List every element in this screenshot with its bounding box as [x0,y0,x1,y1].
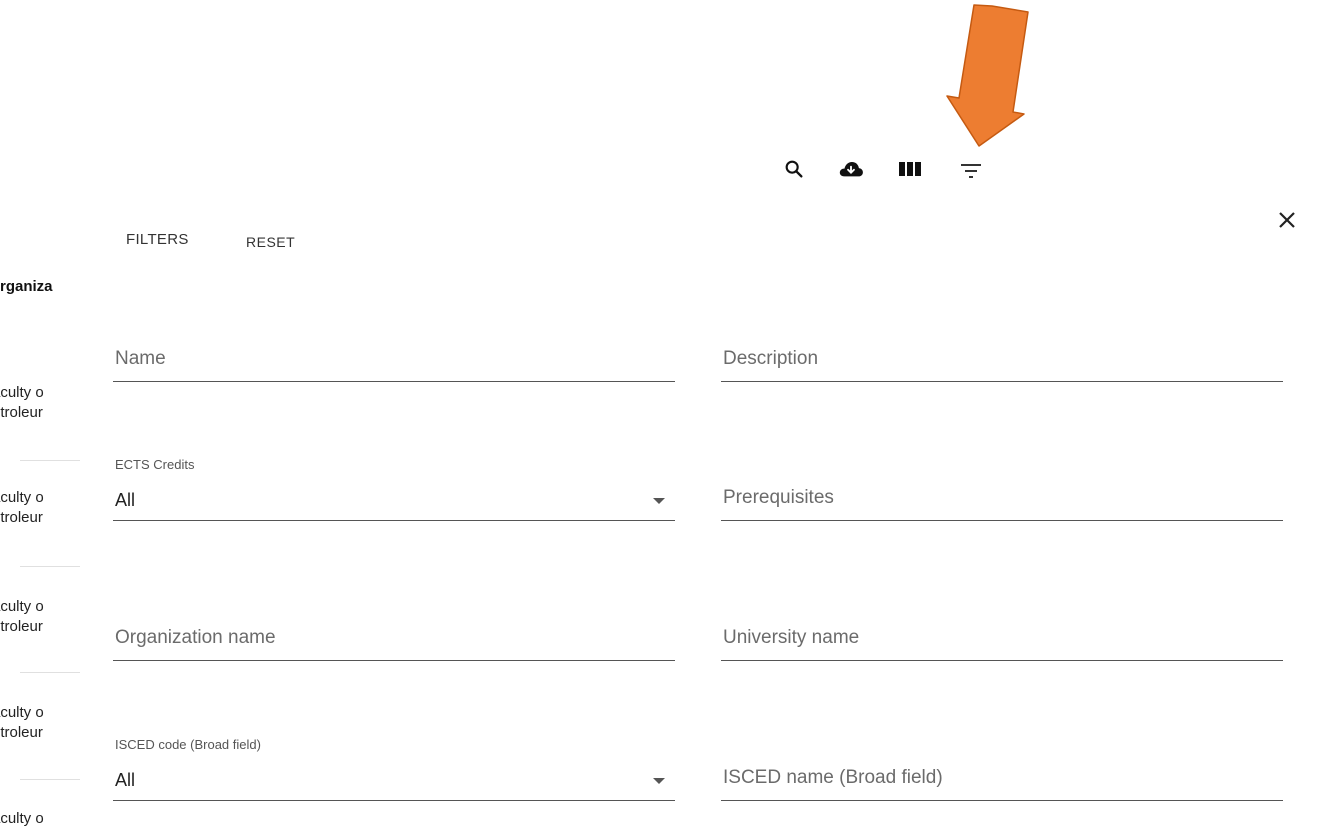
description-filter-placeholder: Description [723,348,819,369]
organization-name-placeholder: Organization name [115,627,276,648]
isced-name-placeholder: ISCED name (Broad field) [723,767,943,788]
row-divider [20,566,80,567]
table-row: aculty oetroleur [0,598,44,635]
dropdown-caret-icon [653,778,665,784]
filter-list-icon[interactable] [958,158,984,184]
annotation-arrow [946,4,1029,147]
filters-title: FILTERS [126,231,189,248]
prerequisites-filter-field[interactable]: Prerequisites [721,465,1283,521]
close-icon[interactable] [1275,208,1299,232]
row-divider [20,672,80,673]
table-row: aculty oetroleur [0,384,44,421]
dropdown-caret-icon [653,498,665,504]
table-row: aculty oetroleur [0,704,44,741]
description-filter-field[interactable]: Description [721,326,1283,382]
isced-code-select[interactable]: ISCED code (Broad field) All [113,737,675,801]
reset-button[interactable]: RESET [246,234,295,250]
name-filter-placeholder: Name [115,348,166,369]
ects-credits-label: ECTS Credits [115,457,195,472]
row-divider [20,460,80,461]
search-icon[interactable] [781,156,807,182]
isced-name-filter-field[interactable]: ISCED name (Broad field) [721,745,1283,801]
table-row: aculty oetroleur [0,489,44,526]
view-columns-icon[interactable] [897,156,923,182]
isced-code-value: All [115,770,136,790]
name-filter-field[interactable]: Name [113,326,675,382]
ects-credits-value: All [115,490,136,510]
cloud-download-icon[interactable] [838,156,864,182]
isced-code-label: ISCED code (Broad field) [115,737,261,752]
university-name-filter-field[interactable]: University name [721,605,1283,661]
organization-name-filter-field[interactable]: Organization name [113,605,675,661]
prerequisites-filter-placeholder: Prerequisites [723,487,834,508]
table-row: aculty o [0,810,44,827]
row-divider [20,779,80,780]
ects-credits-select[interactable]: ECTS Credits All [113,457,675,521]
university-name-placeholder: University name [723,627,860,648]
table-column-header: rganiza [0,278,53,295]
